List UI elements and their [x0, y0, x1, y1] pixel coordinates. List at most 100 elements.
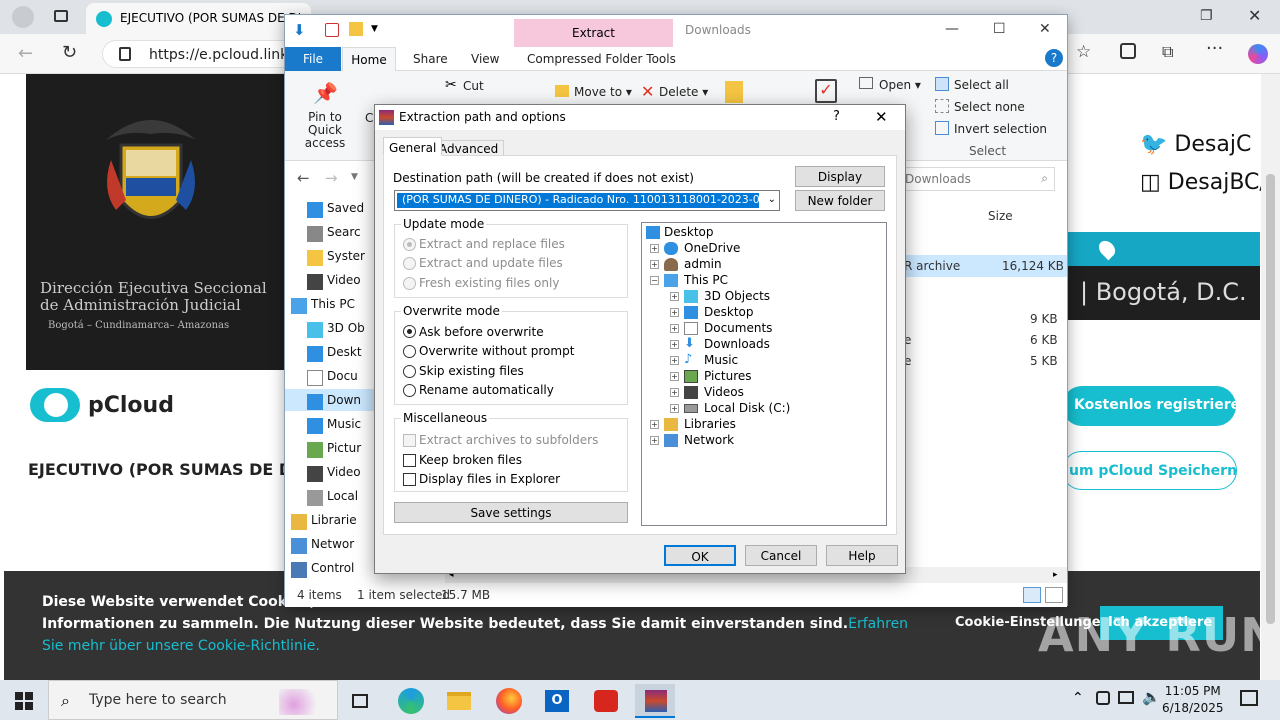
tree-node-pictures[interactable]: Pictures	[704, 369, 752, 383]
select-none-button[interactable]: Select none	[954, 100, 1025, 114]
nav-item[interactable]: Syster	[327, 249, 365, 263]
network-tray-icon[interactable]	[1118, 691, 1134, 704]
expand-icon[interactable]: +	[670, 404, 679, 413]
destination-path-combo[interactable]: (POR SUMAS DE DINERO) - Radicado Nro. 11…	[394, 190, 780, 211]
tree-node-downloads[interactable]: Downloads	[704, 337, 770, 351]
security-icon[interactable]	[1096, 691, 1110, 705]
radio-extract-replace[interactable]	[403, 238, 416, 251]
tab-share[interactable]: Share	[413, 52, 448, 66]
pin-quick-access-button[interactable]: Pin to Quick access	[293, 111, 357, 150]
details-view-icon[interactable]	[1023, 587, 1041, 603]
tree-node-libraries[interactable]: Libraries	[684, 417, 736, 431]
forward-arrow-icon[interactable]: →	[325, 169, 338, 187]
tab-view[interactable]: View	[471, 52, 499, 66]
tab-compressed-folder-tools[interactable]: Compressed Folder Tools	[527, 52, 676, 66]
help-button[interactable]: Help	[826, 545, 898, 566]
expand-icon[interactable]: +	[650, 436, 659, 445]
radio-extract-update[interactable]	[403, 257, 416, 270]
expand-icon[interactable]: +	[650, 260, 659, 269]
checkbox-extract-to-subfolders[interactable]	[403, 434, 416, 447]
browser-tab[interactable]: EJECUTIVO (POR SUMAS DE DI...	[86, 3, 311, 34]
display-button[interactable]: Display	[795, 166, 885, 187]
copilot-icon[interactable]	[1248, 44, 1268, 64]
cut-button[interactable]: Cut	[463, 79, 484, 93]
expand-icon[interactable]: +	[670, 388, 679, 397]
save-settings-button[interactable]: Save settings	[394, 502, 628, 523]
scroll-right-icon[interactable]: ▸	[1053, 570, 1063, 580]
select-all-button[interactable]: Select all	[954, 78, 1009, 92]
invert-selection-button[interactable]: Invert selection	[954, 122, 1047, 136]
expand-icon[interactable]: +	[670, 308, 679, 317]
tab-actions-icon[interactable]	[54, 10, 68, 22]
tab-general[interactable]: General	[383, 137, 443, 156]
extensions-icon[interactable]: ⧉	[1162, 42, 1173, 62]
radio-skip-existing[interactable]	[403, 365, 416, 378]
tree-node-documents[interactable]: Documents	[704, 321, 772, 335]
save-to-pcloud-button[interactable]: um pCloud Speichern	[1062, 451, 1237, 490]
tree-node-3d-objects[interactable]: 3D Objects	[704, 289, 770, 303]
tab-advanced[interactable]: Advanced	[433, 140, 505, 156]
edge-icon[interactable]	[390, 684, 430, 718]
nav-item[interactable]: This PC	[311, 297, 355, 311]
expand-icon[interactable]: +	[670, 372, 679, 381]
tree-node-desktop[interactable]: Desktop	[664, 225, 714, 239]
taskbar-search[interactable]: ⌕ Type here to search	[48, 680, 338, 720]
volume-icon[interactable]: 🔈	[1142, 688, 1161, 706]
help-icon[interactable]: ?	[1045, 49, 1063, 67]
tab-home[interactable]: Home	[342, 47, 396, 72]
maximize-icon[interactable]: ☐	[993, 21, 1006, 37]
checkbox-keep-broken-files[interactable]	[403, 454, 416, 467]
nav-item[interactable]: Down	[327, 393, 361, 407]
file-explorer-icon[interactable]	[439, 684, 479, 718]
dialog-close-icon[interactable]: ✕	[875, 108, 888, 126]
notifications-icon[interactable]	[1240, 690, 1258, 706]
expand-icon[interactable]: +	[670, 356, 679, 365]
move-to-button[interactable]: Move to ▾	[574, 85, 632, 99]
properties-icon[interactable]	[325, 23, 339, 37]
nav-item[interactable]: Searc	[327, 225, 361, 239]
large-icons-view-icon[interactable]	[1045, 587, 1063, 603]
windows-start-icon[interactable]	[15, 692, 33, 710]
expand-icon[interactable]: +	[650, 244, 659, 253]
close-browser-icon[interactable]: ✕	[1248, 6, 1261, 25]
favorites-icon[interactable]: ☆	[1076, 42, 1091, 62]
address-bar[interactable]: https://e.pcloud.link/p	[102, 40, 302, 68]
tree-node-local-disk[interactable]: Local Disk (C:)	[704, 401, 790, 415]
acrobat-icon[interactable]	[586, 684, 626, 718]
context-help-icon[interactable]: ?	[833, 109, 840, 124]
checkbox-display-in-explorer[interactable]	[403, 473, 416, 486]
collections-icon[interactable]	[1120, 43, 1136, 59]
tree-node-onedrive[interactable]: OneDrive	[684, 241, 740, 255]
cancel-button[interactable]: Cancel	[745, 545, 817, 566]
open-button[interactable]: Open ▾	[879, 78, 921, 92]
firefox-icon[interactable]	[488, 684, 528, 718]
new-folder-button[interactable]: New folder	[795, 190, 885, 211]
collapse-icon[interactable]: −	[650, 276, 659, 285]
nav-item[interactable]: Video	[327, 273, 361, 287]
radio-ask-before-overwrite[interactable]	[403, 325, 416, 338]
extract-context-tab[interactable]: Extract	[514, 19, 673, 47]
back-arrow-icon[interactable]: ←	[297, 169, 310, 187]
nav-item[interactable]: Local	[327, 489, 358, 503]
nav-item[interactable]: Pictur	[327, 441, 361, 455]
nav-item[interactable]: Saved	[327, 201, 364, 215]
expand-icon[interactable]: +	[670, 292, 679, 301]
close-icon[interactable]: ✕	[1039, 21, 1051, 37]
delete-button[interactable]: Delete ▾	[659, 85, 708, 99]
nav-item[interactable]: Librarie	[311, 513, 357, 527]
winrar-taskbar-icon[interactable]	[635, 684, 675, 718]
combo-dropdown-icon[interactable]: ⌄	[768, 194, 776, 205]
tree-node-music[interactable]: Music	[704, 353, 738, 367]
ok-button[interactable]: OK	[664, 545, 736, 566]
task-view-icon[interactable]	[340, 684, 380, 718]
nav-item[interactable]: Music	[327, 417, 361, 431]
tree-node-admin[interactable]: admin	[684, 257, 722, 271]
twitter-handle[interactable]: 🐦 DesajC	[1140, 132, 1251, 157]
profile-icon[interactable]	[12, 6, 34, 28]
tab-file[interactable]: File	[285, 47, 341, 71]
outlook-icon[interactable]: O	[537, 684, 577, 718]
nav-item[interactable]: Networ	[311, 537, 354, 551]
taskbar-clock[interactable]: 11:05 PM 6/18/2025	[1162, 683, 1224, 717]
more-icon[interactable]: ···	[1206, 38, 1223, 59]
tree-node-this-pc[interactable]: This PC	[684, 273, 728, 287]
